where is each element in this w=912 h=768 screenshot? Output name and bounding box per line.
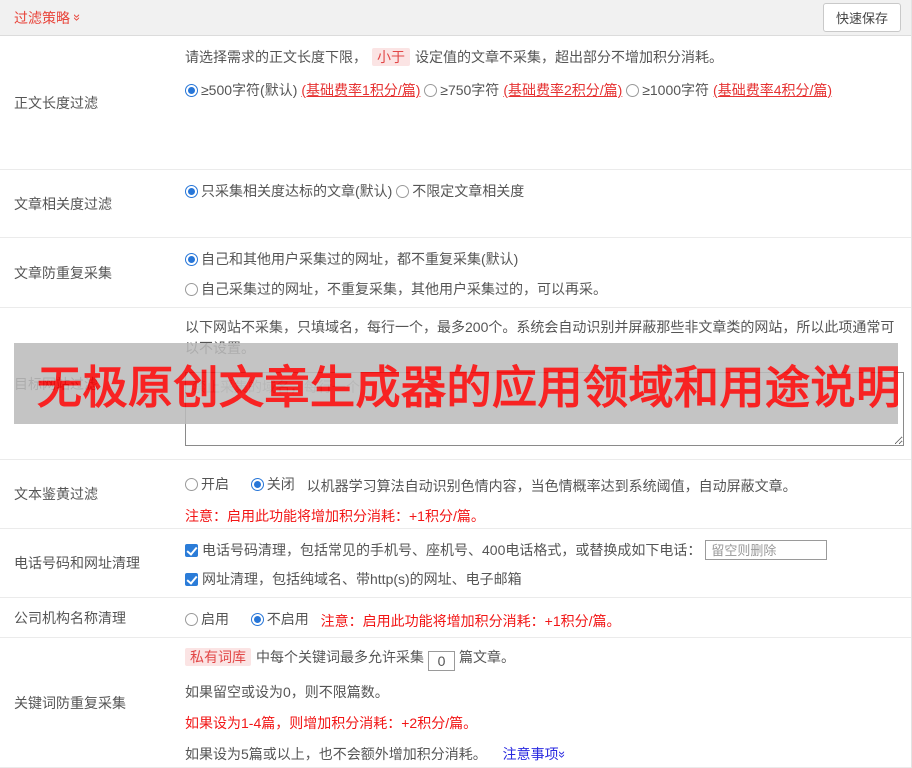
- radio-option-global-dedup[interactable]: 自己和其他用户采集过的网址，都不重复采集(默认): [185, 249, 518, 269]
- chevron-down-icon: »: [70, 13, 86, 22]
- checkbox-icon[interactable]: [185, 572, 198, 586]
- row-content: 自己和其他用户采集过的网址，都不重复采集(默认) 自己采集过的网址，不重复采集，…: [185, 238, 911, 307]
- radio-icon[interactable]: [626, 83, 640, 97]
- fee-note: (基础费率2积分/篇): [503, 82, 623, 98]
- checkbox-phone-clean[interactable]: 电话号码清理，包括常见的手机号、座机号、400电话格式，或替换成如下电话：: [185, 540, 828, 560]
- row-dedup-filter: 文章防重复采集 自己和其他用户采集过的网址，都不重复采集(默认) 自己采集过的网…: [0, 238, 911, 308]
- radio-option-on[interactable]: 开启: [185, 474, 229, 494]
- radio-option-disable[interactable]: 不启用: [250, 609, 309, 629]
- company-clean-note: 注意：启用此功能将增加积分消耗：+1积分/篇。: [320, 612, 621, 629]
- porn-filter-desc: 以机器学习算法自动识别色情内容，当色情概率达到系统阈值，自动屏蔽文章。: [306, 477, 797, 494]
- chevron-down-icon: »: [554, 750, 570, 759]
- watermark-ad-text: 无极原创文章生成器的应用领域和用途说明(: [37, 362, 898, 413]
- row-content: 开启 关闭 以机器学习算法自动识别色情内容，当色情概率达到系统阈值，自动屏蔽文章…: [185, 460, 911, 528]
- notice-link[interactable]: 注意事项»: [503, 746, 570, 762]
- keyword-dedup-hint-fee: 如果设为1-4篇，则增加积分消耗：+2积分/篇。: [185, 715, 478, 731]
- radio-icon[interactable]: [424, 83, 438, 97]
- row-keyword-dedup: 关键词防重复采集 私有词库中每个关键词最多允许采集篇文章。 如果留空或设为0，则…: [0, 638, 911, 768]
- radio-option-1000[interactable]: ≥1000字符 (基础费率4积分/篇): [626, 80, 832, 100]
- filter-strategy-page: 过滤策略 » 快速保存 正文长度过滤 请选择需求的正文长度下限， 小于 设定值的文章…: [0, 0, 912, 768]
- row-company-clean: 公司机构名称清理 启用 不启用 注意：启用此功能将增加积分消耗：+1积分/篇。: [0, 598, 911, 638]
- row-content-length-filter: 正文长度过滤 请选择需求的正文长度下限， 小于 设定值的文章不采集，超出部分不增加积…: [0, 36, 911, 170]
- section-title[interactable]: 过滤策略 »: [14, 8, 86, 28]
- radio-option-enable[interactable]: 启用: [185, 609, 229, 629]
- max-collect-count-input[interactable]: [428, 651, 455, 671]
- radio-icon[interactable]: [185, 477, 198, 491]
- row-label: 公司机构名称清理: [14, 609, 126, 626]
- fee-note: (基础费率1积分/篇): [301, 82, 421, 98]
- radio-icon[interactable]: [185, 612, 198, 626]
- row-label: 文章相关度过滤: [14, 195, 112, 212]
- radio-icon[interactable]: [250, 477, 264, 491]
- radio-icon[interactable]: [185, 83, 198, 97]
- row-content: 只采集相关度达标的文章(默认) 不限定文章相关度: [185, 170, 911, 237]
- row-label: 正文长度过滤: [14, 94, 98, 111]
- less-than-highlight: 小于: [372, 48, 410, 66]
- radio-icon[interactable]: [185, 282, 198, 296]
- content-length-desc: 请选择需求的正文长度下限， 小于 设定值的文章不采集，超出部分不增加积分消耗。: [185, 48, 723, 66]
- radio-icon[interactable]: [396, 184, 410, 198]
- fee-note: (基础费率4积分/篇): [713, 82, 833, 98]
- radio-option-750[interactable]: ≥750字符 (基础费率2积分/篇): [424, 80, 622, 100]
- checkbox-icon[interactable]: [185, 543, 198, 557]
- radio-icon[interactable]: [185, 252, 198, 266]
- row-label: 关键词防重复采集: [14, 694, 126, 711]
- topbar: 过滤策略 » 快速保存: [0, 0, 911, 36]
- company-clean-options: 启用 不启用 注意：启用此功能将增加积分消耗：+1积分/篇。: [185, 609, 903, 631]
- radio-option-500[interactable]: ≥500字符(默认) (基础费率1积分/篇): [185, 80, 420, 100]
- replacement-phone-input[interactable]: [705, 540, 828, 560]
- keyword-dedup-setting: 私有词库中每个关键词最多允许采集篇文章。: [185, 647, 903, 671]
- radio-icon[interactable]: [185, 184, 198, 198]
- watermark-ad-banner[interactable]: 无极原创文章生成器的应用领域和用途说明(: [14, 343, 898, 424]
- row-content: 请选择需求的正文长度下限， 小于 设定值的文章不采集，超出部分不增加积分消耗。 ≥5…: [185, 36, 911, 169]
- porn-filter-options: 开启 关闭 以机器学习算法自动识别色情内容，当色情概率达到系统阈值，自动屏蔽文章…: [185, 474, 903, 496]
- porn-filter-note: 注意：启用此功能将增加积分消耗：+1积分/篇。: [185, 507, 485, 524]
- row-relevance-filter: 文章相关度过滤 只采集相关度达标的文章(默认) 不限定文章相关度: [0, 170, 911, 238]
- radio-option-off[interactable]: 关闭: [250, 474, 295, 494]
- radio-icon[interactable]: [250, 612, 264, 626]
- row-content: 电话号码清理，包括常见的手机号、座机号、400电话格式，或替换成如下电话： 网址…: [185, 529, 911, 597]
- private-lexicon-link[interactable]: 私有词库: [185, 648, 251, 666]
- row-label: 文本鉴黄过滤: [14, 486, 98, 502]
- radio-option-relevant-only[interactable]: 只采集相关度达标的文章(默认): [185, 181, 392, 201]
- checkbox-url-clean[interactable]: 网址清理，包括纯域名、带http(s)的网址、电子邮箱: [185, 569, 522, 589]
- keyword-dedup-hint-zero: 如果留空或设为0，则不限篇数。: [185, 684, 389, 700]
- row-label: 文章防重复采集: [14, 264, 112, 281]
- radio-option-no-limit[interactable]: 不限定文章相关度: [396, 181, 524, 201]
- section-title-label: 过滤策略: [14, 9, 70, 26]
- row-content: 私有词库中每个关键词最多允许采集篇文章。 如果留空或设为0，则不限篇数。 如果设…: [185, 638, 911, 767]
- row-label: 电话号码和网址清理: [14, 555, 140, 571]
- radio-option-self-dedup[interactable]: 自己采集过的网址，不重复采集，其他用户采集过的，可以再采。: [185, 279, 607, 299]
- row-phone-url-clean: 电话号码和网址清理 电话号码清理，包括常见的手机号、座机号、400电话格式，或替…: [0, 529, 911, 598]
- keyword-dedup-hint-five: 如果设为5篇或以上，也不会额外增加积分消耗。 注意事项»: [185, 746, 570, 762]
- row-porn-filter: 文本鉴黄过滤 开启 关闭 以机器学习算法自动识别色情内容，当色情概率达到系统阈值…: [0, 460, 911, 529]
- row-content: 启用 不启用 注意：启用此功能将增加积分消耗：+1积分/篇。: [185, 598, 911, 637]
- quick-save-button[interactable]: 快速保存: [822, 3, 901, 32]
